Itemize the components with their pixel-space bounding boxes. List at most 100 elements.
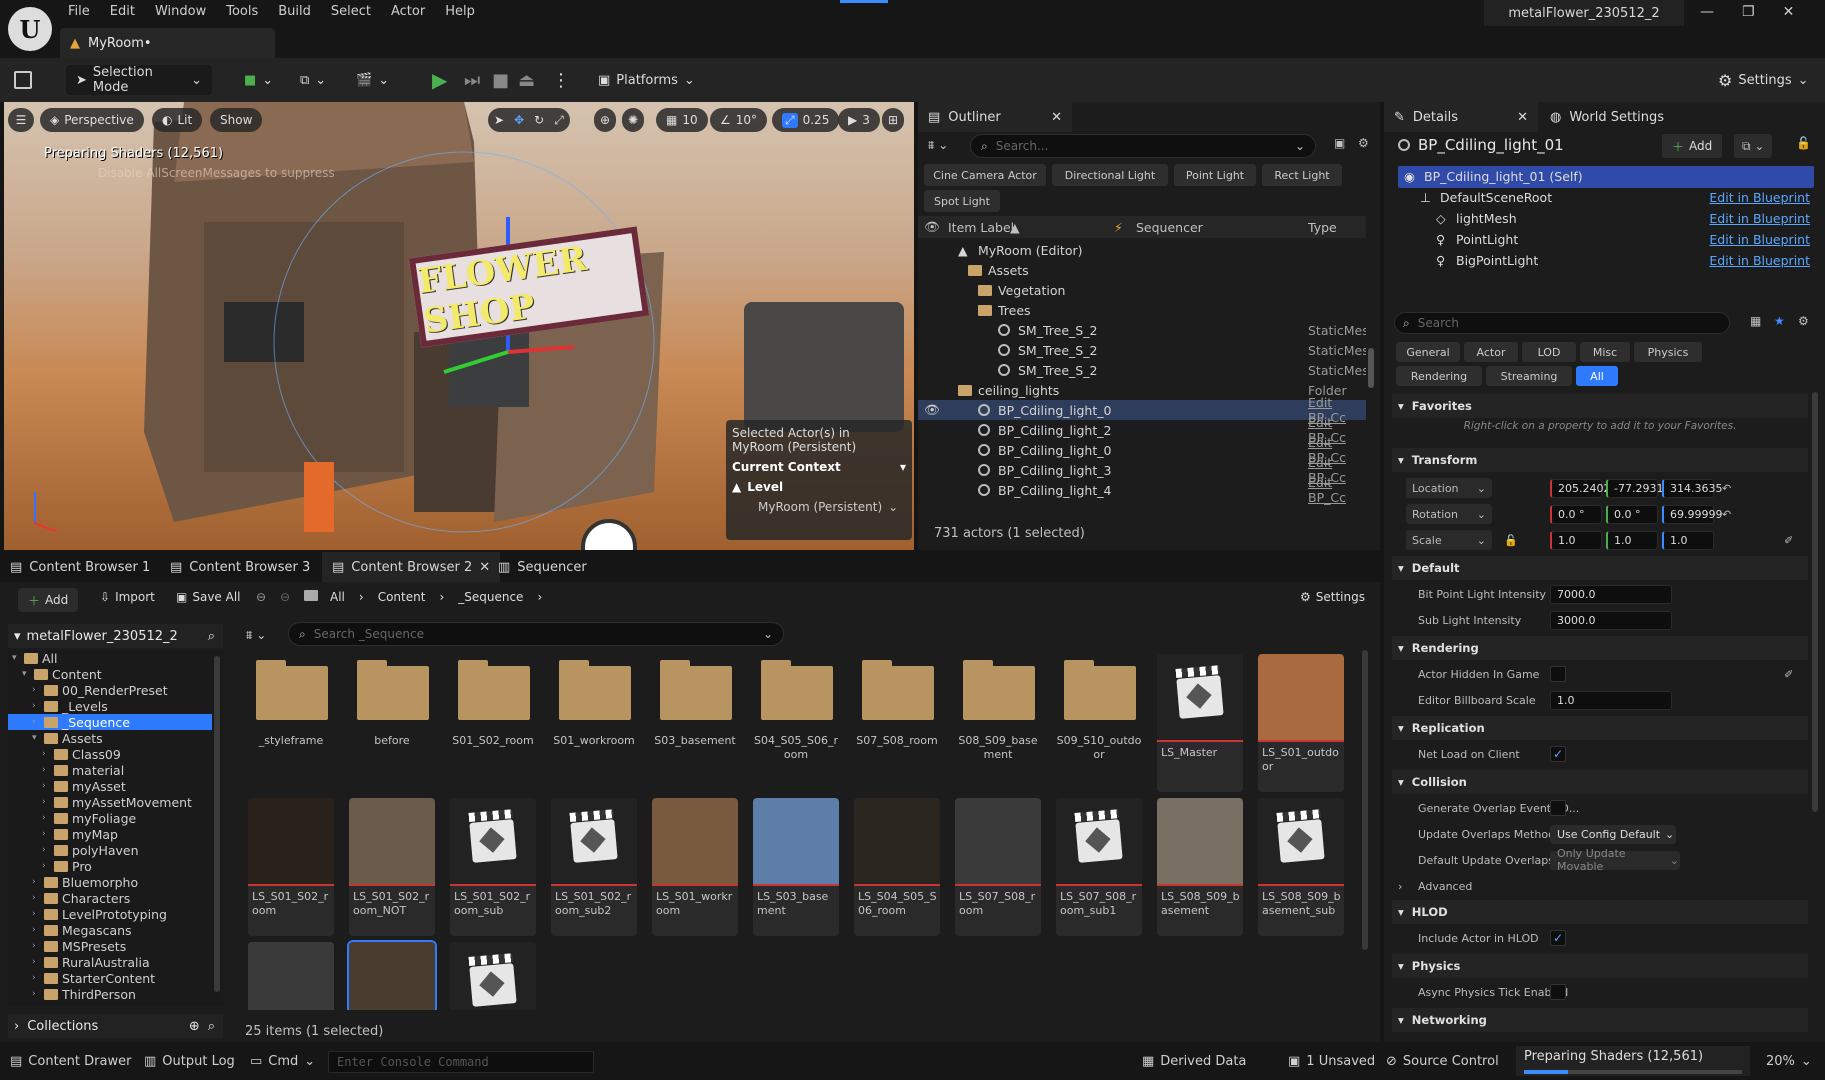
chevron-right-icon[interactable]: › bbox=[42, 749, 50, 759]
asset-tile[interactable]: LS_S03_basement bbox=[753, 798, 839, 936]
chevron-right-icon[interactable]: › bbox=[32, 893, 40, 903]
add-collection-icon[interactable]: ⊕ bbox=[189, 1019, 200, 1034]
folder-tree-item[interactable]: › polyHaven bbox=[8, 842, 212, 858]
filter-physics[interactable]: Physics bbox=[1634, 342, 1702, 362]
asset-search[interactable]: ⌕ Search _Sequence ⌄ bbox=[288, 622, 784, 646]
net-load-checkbox[interactable]: ✓ bbox=[1550, 746, 1566, 762]
show-button[interactable]: Show bbox=[210, 108, 263, 132]
chevron-right-icon[interactable]: › bbox=[32, 701, 40, 711]
unsaved-button[interactable]: ▣ 1 Unsaved bbox=[1288, 1042, 1375, 1080]
close-icon[interactable]: ✕ bbox=[1051, 110, 1062, 125]
filter-misc[interactable]: Misc bbox=[1580, 342, 1630, 362]
component-row[interactable]: ♀ PointLight Edit in Blueprint bbox=[1398, 229, 1814, 250]
details-scrollbar[interactable] bbox=[1812, 392, 1818, 812]
outliner-row[interactable]: Assets bbox=[918, 260, 1366, 280]
filter-rendering[interactable]: Rendering bbox=[1396, 366, 1482, 386]
minimize-icon[interactable]: — bbox=[1700, 4, 1714, 20]
chevron-right-icon[interactable]: › bbox=[32, 717, 40, 727]
source-root[interactable]: ▾ metalFlower_230512_2 ⌕ bbox=[8, 624, 223, 648]
sequencer-header[interactable]: Sequencer bbox=[1136, 220, 1203, 235]
cinematics-button[interactable]: 🎬 ⌄ bbox=[356, 65, 389, 95]
outliner-row[interactable]: Trees bbox=[918, 300, 1366, 320]
category-favorites[interactable]: ▾ Favorites bbox=[1392, 394, 1808, 418]
level-dropdown[interactable]: MyRoom (Persistent) ⌄ bbox=[758, 500, 906, 514]
eject-icon[interactable]: ⏏ bbox=[518, 65, 535, 95]
filter-streaming[interactable]: Streaming bbox=[1486, 366, 1572, 386]
console-input[interactable]: Enter Console Command bbox=[328, 1051, 594, 1073]
gear-icon[interactable]: ⚙ bbox=[1358, 136, 1369, 150]
component-row[interactable]: ◇ lightMesh Edit in Blueprint bbox=[1398, 208, 1814, 229]
derived-data-button[interactable]: ▦ Derived Data bbox=[1142, 1042, 1246, 1080]
chevron-right-icon[interactable]: › bbox=[32, 685, 40, 695]
outliner-row[interactable]: Vegetation bbox=[918, 280, 1366, 300]
menu-select[interactable]: Select bbox=[321, 2, 381, 21]
rotation-y[interactable]: 0.0 ° bbox=[1606, 504, 1658, 524]
settings-dropdown[interactable]: ⚙ Settings ⌄ bbox=[1718, 65, 1809, 95]
asset-tile[interactable]: LS_S08_S09_basement_sub bbox=[1258, 798, 1344, 936]
output-log-button[interactable]: ▥ Output Log bbox=[144, 1042, 235, 1080]
edit-in-blueprint-link[interactable]: Edit in Blueprint bbox=[1709, 190, 1810, 205]
folder-tree-item[interactable]: › ThirdPerson bbox=[8, 986, 212, 1002]
default-update-dropdown[interactable]: Only Update Movable ⌄ bbox=[1550, 847, 1680, 873]
asset-tile[interactable] bbox=[347, 940, 437, 1010]
surface-snap-icon[interactable]: ✺ bbox=[622, 108, 645, 132]
folder-tree-item[interactable]: › Pro bbox=[8, 858, 212, 874]
folder-tile[interactable]: S07_S08_room bbox=[854, 654, 940, 792]
folder-tile[interactable]: S03_basement bbox=[652, 654, 738, 792]
menu-build[interactable]: Build bbox=[268, 2, 321, 21]
close-icon[interactable]: ✕ bbox=[1517, 110, 1528, 125]
perspective-button[interactable]: ◈ Perspective bbox=[40, 108, 144, 132]
filter-actor[interactable]: Actor bbox=[1464, 342, 1518, 362]
location-y[interactable]: -77.2931 bbox=[1606, 478, 1663, 498]
outliner-search[interactable]: ⌕ Search... ⌄ bbox=[970, 134, 1316, 158]
menu-file[interactable]: File bbox=[58, 2, 100, 21]
chevron-right-icon[interactable]: › bbox=[42, 861, 50, 871]
folder-tile[interactable]: S09_S10_outdoor bbox=[1056, 654, 1142, 792]
asset-scrollbar[interactable] bbox=[1362, 650, 1368, 950]
outliner-row[interactable]: ▲ MyRoom (Editor) bbox=[918, 240, 1366, 260]
location-dropdown[interactable]: Location ⌄ bbox=[1406, 478, 1492, 498]
visibility-icon[interactable]: 👁 bbox=[924, 402, 940, 418]
filter-chip-point-light[interactable]: Point Light bbox=[1174, 164, 1256, 186]
lit-button[interactable]: ◐ Lit bbox=[152, 108, 203, 132]
chevron-down-icon[interactable]: ▾ bbox=[12, 653, 20, 663]
crumb-all[interactable]: All bbox=[330, 590, 345, 604]
billboard-input[interactable]: 1.0 bbox=[1550, 690, 1672, 710]
filter-chip-spot-light[interactable]: Spot Light bbox=[924, 190, 1000, 212]
tab-sequencer[interactable]: ▥ Sequencer bbox=[488, 552, 597, 582]
filter-icon[interactable]: ⩩ ⌄ bbox=[928, 138, 948, 153]
update-overlap-dropdown[interactable]: Use Config Default ⌄ bbox=[1550, 824, 1676, 844]
location-z[interactable]: 314.3635 bbox=[1662, 478, 1723, 498]
scale-y[interactable]: 1.0 bbox=[1606, 530, 1658, 550]
category-rendering[interactable]: ▾ Rendering bbox=[1392, 636, 1808, 660]
tree-scrollbar[interactable] bbox=[214, 656, 220, 992]
reset-icon[interactable]: ↶ bbox=[1722, 508, 1731, 521]
outliner-row[interactable]: SM_Tree_S_2 StaticMes bbox=[918, 360, 1366, 380]
chevron-right-icon[interactable]: › bbox=[42, 781, 50, 791]
asset-tile[interactable]: LS_S08_S09_basement bbox=[1157, 798, 1243, 936]
step-icon[interactable]: ⏭ bbox=[464, 65, 480, 95]
asset-tile[interactable]: LS_S01_S02_room_NOT bbox=[349, 798, 435, 936]
eyedropper-icon[interactable]: ✐ bbox=[1784, 668, 1793, 681]
folder-tree-item[interactable]: › material bbox=[8, 762, 212, 778]
outliner-row[interactable]: SM_Tree_S_2 StaticMes bbox=[918, 320, 1366, 340]
outliner-row[interactable]: BP_Cdiling_light_4 Edit BP_Cc bbox=[918, 475, 1366, 505]
menu-window[interactable]: Window bbox=[145, 2, 216, 21]
folder-tile[interactable]: S01_S02_room bbox=[450, 654, 536, 792]
platforms-dropdown[interactable]: ▣ Platforms ⌄ bbox=[598, 65, 695, 95]
star-icon[interactable]: ★ bbox=[1774, 314, 1785, 328]
content-drawer-button[interactable]: ▤ Content Drawer bbox=[10, 1042, 131, 1080]
move-tool-icon[interactable]: ✥ bbox=[514, 113, 524, 127]
folder-tree-item[interactable]: › myAssetMovement bbox=[8, 794, 212, 810]
filter-chip-directional-light[interactable]: Directional Light bbox=[1052, 164, 1168, 186]
grid-snap-button[interactable]: ▦ 10 bbox=[656, 108, 708, 132]
blueprint-button[interactable]: ⧉ ⌄ bbox=[300, 65, 326, 95]
tab-content-browser-2[interactable]: ▤ Content Browser 2 ✕ bbox=[322, 552, 501, 582]
crumb-sequence[interactable]: _Sequence bbox=[458, 590, 523, 604]
outliner-scrollbar[interactable] bbox=[1368, 348, 1374, 388]
search-icon[interactable]: ⌕ bbox=[208, 1019, 215, 1034]
lock-icon[interactable]: 🔓 bbox=[1796, 136, 1811, 150]
tab-content-browser-3[interactable]: ▤ Content Browser 3 bbox=[160, 552, 320, 582]
type-header[interactable]: Type bbox=[1308, 220, 1337, 235]
folder-tree-item[interactable]: › MSPresets bbox=[8, 938, 212, 954]
